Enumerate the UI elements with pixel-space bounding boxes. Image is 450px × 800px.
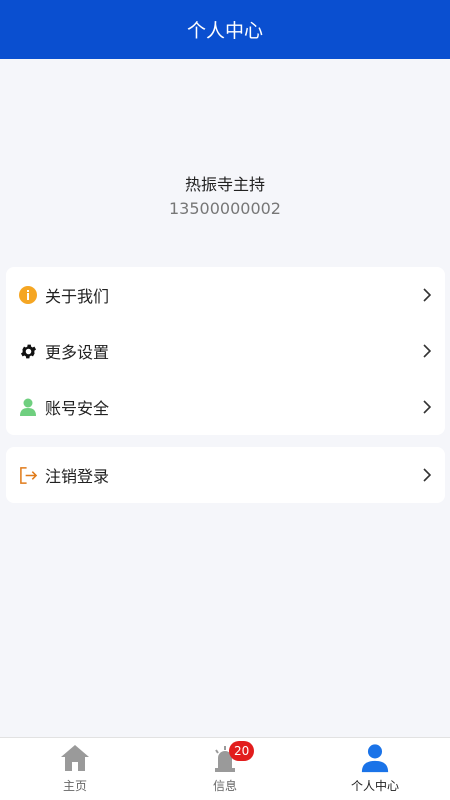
menu-item-label: 更多设置 bbox=[45, 343, 110, 362]
menu-item-account-security[interactable]: 账号安全 bbox=[6, 379, 445, 435]
logout-label: 注销登录 bbox=[45, 467, 110, 486]
chevron-right-icon bbox=[421, 343, 433, 359]
page-title: 个人中心 bbox=[186, 20, 263, 42]
message-count-badge: 20 bbox=[229, 741, 255, 761]
tab-profile[interactable]: 个人中心 bbox=[300, 738, 450, 800]
top-bar: 个人中心 bbox=[0, 0, 450, 59]
logout-button[interactable]: 注销登录 bbox=[6, 447, 445, 503]
chevron-right-icon bbox=[421, 467, 433, 483]
tab-label: 主页 bbox=[62, 779, 87, 793]
tab-label: 信息 bbox=[212, 779, 237, 793]
menu-item-about[interactable]: 关于我们 bbox=[6, 267, 445, 323]
home-icon bbox=[60, 743, 90, 773]
bottom-tab-bar: 主页 20 信息 个人中心 bbox=[0, 737, 450, 800]
user-phone: 13500000002 bbox=[169, 199, 281, 218]
chevron-right-icon bbox=[421, 399, 433, 415]
menu-card: 关于我们 更多设置 账号安全 bbox=[6, 267, 445, 435]
logout-icon bbox=[18, 465, 38, 485]
logout-card: 注销登录 bbox=[6, 447, 445, 503]
menu-item-settings[interactable]: 更多设置 bbox=[6, 323, 445, 379]
tab-messages[interactable]: 20 信息 bbox=[150, 738, 300, 800]
person-icon bbox=[360, 743, 390, 773]
info-icon bbox=[18, 285, 38, 305]
user-icon bbox=[18, 397, 38, 417]
profile-section: 热振寺主持 13500000002 bbox=[0, 172, 450, 220]
tab-label: 个人中心 bbox=[350, 779, 399, 793]
tab-home[interactable]: 主页 bbox=[0, 738, 150, 800]
chevron-right-icon bbox=[421, 287, 433, 303]
gear-icon bbox=[18, 341, 38, 361]
menu-item-label: 关于我们 bbox=[45, 287, 110, 306]
menu-item-label: 账号安全 bbox=[45, 399, 110, 418]
user-name: 热振寺主持 bbox=[184, 175, 265, 194]
